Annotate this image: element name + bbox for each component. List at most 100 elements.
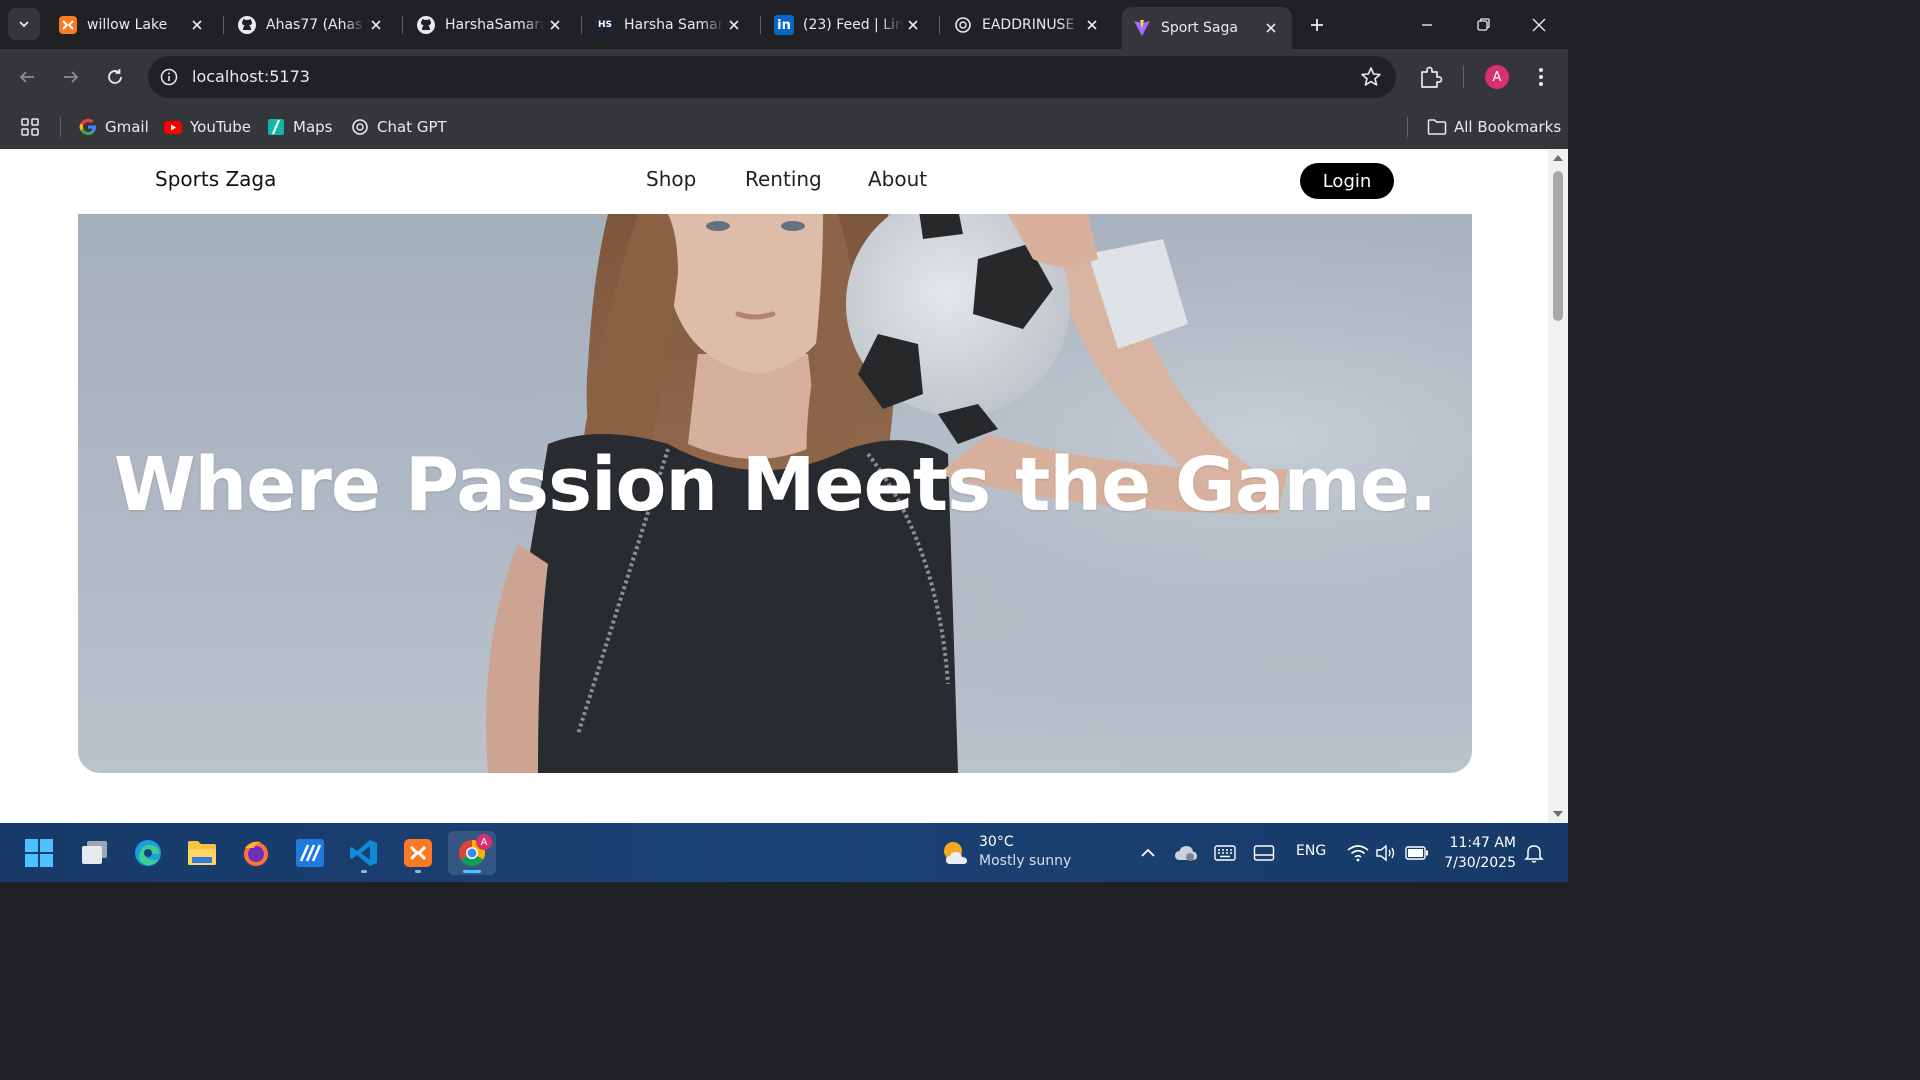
touch-keyboard-icon[interactable] — [1213, 841, 1237, 865]
nav-link-about[interactable]: About — [868, 167, 927, 191]
nav-link-shop[interactable]: Shop — [646, 167, 696, 191]
tab-title: willow Lake — [87, 17, 168, 33]
bookmark-youtube[interactable]: YouTube — [163, 111, 251, 143]
arrow-right-icon — [64, 71, 79, 83]
tab-title: Sport Saga — [1161, 20, 1238, 36]
volume-icon[interactable] — [1374, 841, 1398, 865]
bookmarks-divider — [1407, 117, 1408, 137]
site-brand[interactable]: Sports Zaga — [155, 167, 276, 191]
scroll-up-arrow-icon[interactable] — [1552, 153, 1564, 163]
close-window-button[interactable] — [1511, 0, 1567, 49]
file-explorer-taskbar-button[interactable] — [180, 831, 224, 875]
task-view-button[interactable] — [72, 831, 116, 875]
show-hidden-icons-button[interactable] — [1136, 841, 1160, 865]
nav-link-renting[interactable]: Renting — [745, 167, 822, 191]
clock-date: 7/30/2025 — [1444, 855, 1516, 871]
language-indicator[interactable]: ENG — [1296, 843, 1326, 859]
weather-temperature: 30°C — [979, 834, 1014, 850]
login-button[interactable]: Login — [1300, 163, 1394, 199]
browser-tab[interactable]: HS Harsha Saman — [585, 8, 755, 42]
weather-widget[interactable]: 30°C Mostly sunny — [940, 833, 1071, 871]
edge-taskbar-button[interactable] — [126, 831, 170, 875]
site-navbar: Sports Zaga Shop Renting About Login — [0, 149, 1548, 213]
bookmark-maps[interactable]: Maps — [266, 111, 332, 143]
battery-icon[interactable] — [1405, 841, 1429, 865]
profile-avatar[interactable]: A — [1485, 65, 1509, 89]
minimize-button[interactable] — [1399, 0, 1455, 49]
tab-divider — [760, 16, 761, 34]
close-tab-icon[interactable] — [904, 16, 922, 34]
more-menu-icon[interactable] — [1530, 65, 1552, 89]
browser-tab[interactable]: Ahas77 (Ahas — [227, 8, 397, 42]
display-icon[interactable] — [1252, 841, 1276, 865]
maps-icon — [266, 117, 286, 137]
back-button[interactable] — [11, 61, 43, 93]
close-tab-icon[interactable] — [546, 16, 564, 34]
bookmark-gmail[interactable]: Gmail — [78, 111, 149, 143]
scroll-down-arrow-icon[interactable] — [1552, 809, 1564, 819]
close-tab-icon[interactable] — [188, 16, 206, 34]
running-indicator — [361, 870, 367, 873]
browser-tab[interactable]: EADDRINUSE — [943, 8, 1113, 42]
restore-icon — [1476, 18, 1490, 31]
wifi-icon[interactable] — [1346, 841, 1370, 865]
tab-strip: willow Lake Ahas77 (Ahas HarshaSamara HS… — [0, 0, 1568, 49]
hs-icon: HS — [595, 15, 615, 35]
weather-condition: Mostly sunny — [979, 853, 1072, 869]
forward-button[interactable] — [55, 61, 87, 93]
google-icon — [78, 117, 98, 137]
notifications-icon[interactable] — [1522, 841, 1546, 865]
all-bookmarks-button[interactable]: All Bookmarks — [1427, 111, 1561, 143]
vite-icon — [1132, 18, 1152, 38]
tab-divider — [581, 16, 582, 34]
reload-icon — [108, 69, 122, 84]
tab-title: HarshaSamara — [445, 17, 545, 33]
vscode-icon — [350, 840, 377, 866]
chatgpt-icon — [953, 15, 973, 35]
restore-button[interactable] — [1455, 0, 1511, 49]
tab-title: Harsha Saman — [624, 17, 724, 33]
reload-button[interactable] — [99, 61, 131, 93]
youtube-icon — [163, 117, 183, 137]
close-tab-icon[interactable] — [725, 16, 743, 34]
close-tab-icon[interactable] — [1262, 19, 1280, 37]
active-indicator — [463, 870, 481, 873]
folder-icon — [188, 841, 216, 865]
apps-button[interactable] — [20, 111, 47, 143]
url-text[interactable]: localhost:5173 — [192, 67, 310, 86]
new-tab-button[interactable] — [1302, 10, 1332, 40]
browser-tab[interactable]: willow Lake — [48, 8, 218, 42]
vscode-taskbar-button[interactable] — [342, 831, 386, 875]
browser-tab[interactable]: in (23) Feed | Lin — [764, 8, 934, 42]
tab-search-button[interactable] — [8, 8, 40, 40]
bookmark-label: YouTube — [190, 118, 251, 136]
windows-taskbar: A 30°C Mostly sunny ENG 11:47 AM 7/30/20… — [0, 823, 1568, 882]
browser-tab-active[interactable]: Sport Saga — [1122, 7, 1292, 49]
address-bar[interactable]: localhost:5173 — [148, 56, 1396, 98]
xampp-taskbar-button[interactable] — [396, 831, 440, 875]
system-clock[interactable]: 11:47 AM 7/30/2025 — [1440, 833, 1516, 873]
bookmarks-divider — [60, 117, 61, 137]
bookmark-star-icon[interactable] — [1360, 66, 1382, 92]
chrome-profile-badge: A — [476, 834, 492, 850]
hero-banner: Where Passion Meets the Game. — [78, 214, 1472, 773]
bookmark-label: Maps — [293, 118, 333, 136]
onedrive-tray-icon[interactable] — [1174, 841, 1198, 865]
scrollbar-thumb[interactable] — [1553, 171, 1563, 321]
chrome-taskbar-button[interactable]: A — [448, 831, 496, 875]
site-info-icon[interactable] — [158, 66, 180, 88]
close-icon — [1532, 18, 1546, 31]
tool-taskbar-button[interactable] — [288, 831, 332, 875]
close-tab-icon[interactable] — [367, 16, 385, 34]
extensions-icon[interactable] — [1418, 64, 1444, 94]
close-tab-icon[interactable] — [1083, 16, 1101, 34]
page-scrollbar[interactable] — [1548, 149, 1568, 823]
app-blue-icon — [296, 839, 324, 867]
folder-icon — [1427, 117, 1447, 137]
bookmark-chatgpt[interactable]: Chat GPT — [350, 111, 447, 143]
firefox-taskbar-button[interactable] — [234, 831, 278, 875]
browser-tab[interactable]: HarshaSamara — [406, 8, 576, 42]
start-button[interactable] — [17, 831, 61, 875]
edge-icon — [135, 840, 161, 866]
firefox-icon — [244, 841, 268, 866]
